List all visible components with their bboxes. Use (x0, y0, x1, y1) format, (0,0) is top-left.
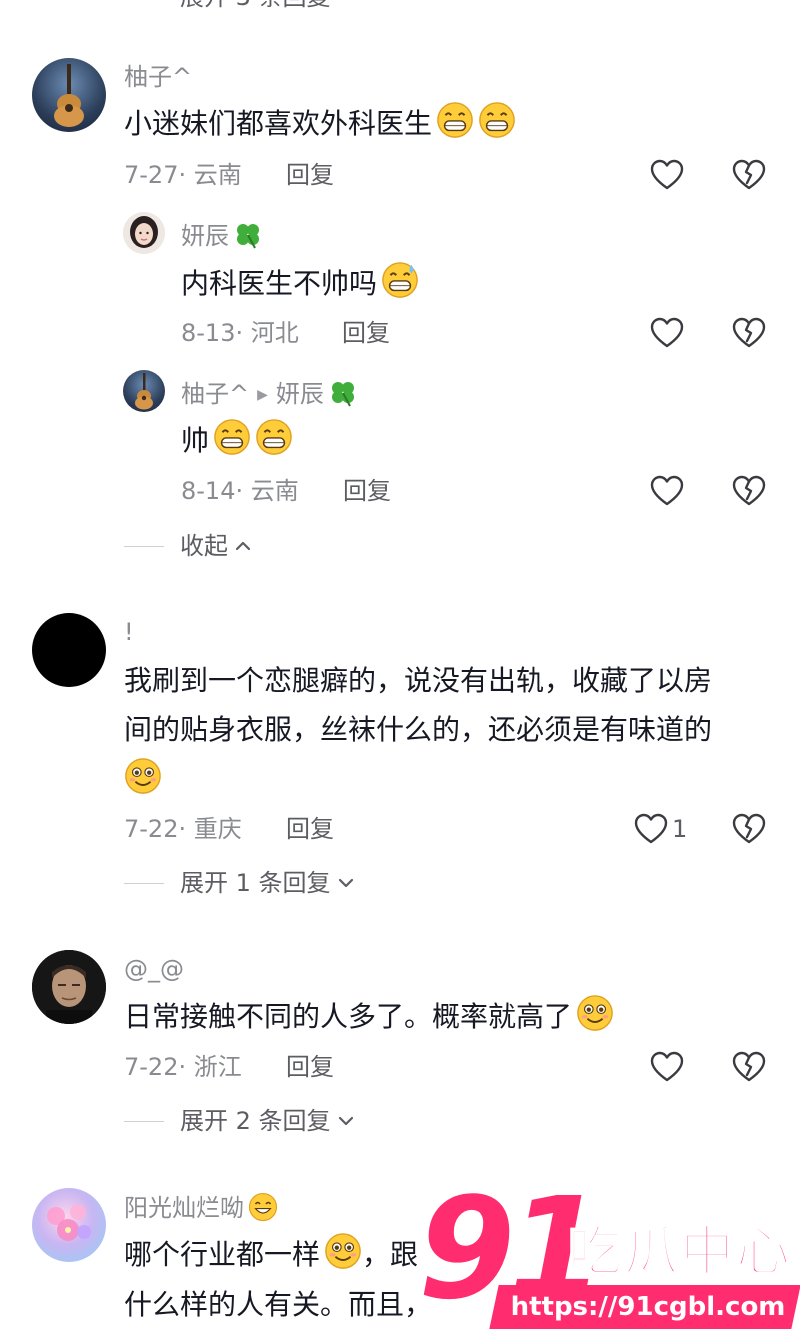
comment-emoji-line (120, 754, 162, 806)
grin-emoji-icon (437, 102, 473, 138)
clover-icon (237, 224, 259, 249)
reply-button[interactable]: 回复 (286, 160, 334, 190)
dislike-icon[interactable] (731, 811, 767, 847)
grin-emoji-icon (256, 419, 292, 455)
smile-emoji-icon (577, 995, 613, 1031)
avatar[interactable] (32, 1188, 106, 1262)
grin-emoji-icon (479, 102, 515, 138)
reply-text: 内科医生不帅吗 (181, 258, 419, 310)
smile-emoji-icon (325, 1233, 361, 1269)
chevron-down-icon (338, 878, 353, 888)
heart-icon[interactable] (649, 473, 685, 509)
dislike-icon[interactable] (731, 1049, 767, 1085)
chevron-up-icon (235, 541, 251, 551)
dislike-icon[interactable] (731, 157, 767, 193)
reply-arrow-icon: ▶ (257, 387, 268, 403)
like-count: 1 (672, 815, 688, 843)
chevron-down-icon (338, 1116, 353, 1126)
reply-username[interactable]: 妍辰 (181, 220, 263, 251)
reply-button[interactable]: 回复 (342, 318, 390, 348)
heart-icon[interactable] (649, 157, 685, 193)
comment-username[interactable]: 阳光灿烂呦 (124, 1192, 278, 1223)
man-portrait-icon (32, 950, 106, 1024)
comment-username[interactable]: @_@ (124, 954, 184, 984)
grin-emoji-icon (214, 419, 250, 455)
comment-text-line: 间的贴身衣服，丝袜什么的，还必须是有味道的 (124, 713, 713, 746)
heart-icon[interactable] (649, 1049, 685, 1085)
divider (124, 883, 164, 884)
comment-meta: 7-22· 浙江 (124, 1053, 242, 1081)
reply-button[interactable]: 回复 (286, 814, 334, 844)
avatar[interactable] (32, 613, 106, 687)
comment-username[interactable]: 柚子^ (124, 62, 192, 92)
guitar-icon (54, 64, 84, 127)
comment-meta: 7-22· 重庆 (124, 815, 242, 843)
reply-meta: 8-14· 云南 (181, 477, 299, 505)
avatar[interactable] (123, 212, 165, 254)
dislike-icon[interactable] (731, 473, 767, 509)
avatar[interactable] (123, 370, 165, 412)
expand-label: 展开 3 条回复 (180, 0, 331, 12)
reply-button[interactable]: 回复 (286, 1052, 334, 1082)
laugh-emoji-icon (248, 1192, 278, 1222)
avatar[interactable] (32, 58, 106, 132)
expand-replies-button[interactable]: 展开 2 条回复 (180, 1106, 355, 1136)
heart-icon[interactable] (633, 811, 669, 847)
reply-meta: 8-13· 河北 (181, 319, 299, 347)
comment-text-line: 什么样的人有关。而且， (124, 1288, 433, 1321)
expand-replies-button[interactable]: 展开 1 条回复 (180, 868, 355, 898)
avatar[interactable] (32, 950, 106, 1024)
reply-text: 帅 (181, 415, 293, 467)
watermark-url: https://91cgbl.com (510, 1292, 786, 1322)
flowers-icon (47, 1204, 91, 1241)
comment-text: 小迷妹们都喜欢外科医生 (124, 98, 516, 150)
comment-username[interactable]: ! (124, 617, 134, 647)
comment-text: 日常接触不同的人多了。概率就高了 (124, 991, 614, 1043)
divider (124, 546, 164, 547)
girl-avatar-icon (123, 212, 165, 254)
comment-text-line: 我刷到一个恋腿癖的，说没有出轨，收藏了以房 (124, 664, 713, 697)
guitar-icon (135, 373, 153, 410)
reply-username[interactable]: 柚子^ ▶ 妍辰 (181, 378, 358, 410)
comment-meta: 7-27· 云南 (124, 161, 242, 189)
expand-replies-partial[interactable]: 展开 3 条回复 (180, 0, 331, 12)
divider (124, 1121, 164, 1122)
reply-button[interactable]: 回复 (343, 476, 391, 506)
comment-text-line: 哪个行业都一样 ，跟 (124, 1229, 418, 1281)
clover-icon (331, 382, 354, 407)
watermark-logo-name: 吃瓜中心 (567, 1220, 792, 1283)
collapse-replies-button[interactable]: 收起 (180, 531, 252, 561)
smile-emoji-icon (125, 758, 161, 794)
dislike-icon[interactable] (731, 315, 767, 351)
grin-sweat-emoji-icon (382, 262, 418, 298)
heart-icon[interactable] (649, 315, 685, 351)
